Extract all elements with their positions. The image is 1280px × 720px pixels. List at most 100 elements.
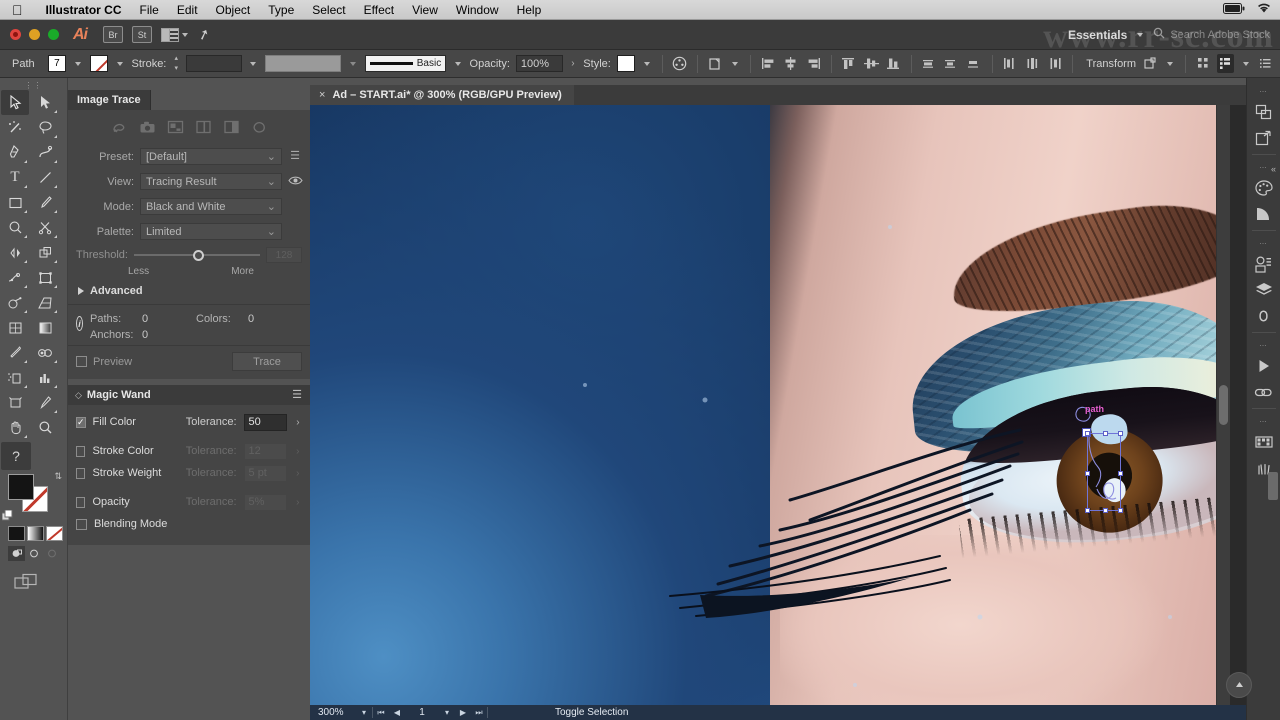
column-graph-tool[interactable]: [31, 365, 59, 390]
selection-handle-br[interactable]: [1118, 508, 1123, 513]
opacity-field[interactable]: 100%: [515, 55, 563, 72]
opacity-checkbox[interactable]: [76, 496, 86, 508]
selection-handle-bl[interactable]: [1085, 508, 1090, 513]
page-chevron-down-icon[interactable]: ▾: [439, 708, 455, 717]
stroke-weight-checkbox[interactable]: [76, 467, 86, 479]
menu-item-type[interactable]: Type: [259, 3, 303, 17]
rotate-tool[interactable]: [1, 240, 29, 265]
lasso-tool[interactable]: [31, 115, 59, 140]
last-page-icon[interactable]: ⏭: [471, 708, 487, 718]
status-text[interactable]: Toggle Selection: [555, 707, 628, 718]
zoom-tool[interactable]: [31, 415, 59, 440]
free-transform-tool[interactable]: [31, 265, 59, 290]
fill-color-swatch[interactable]: [8, 474, 34, 500]
width-tool[interactable]: [1, 265, 29, 290]
search-adobe-stock[interactable]: Search Adobe Stock: [1153, 27, 1270, 42]
canvas-rotate-button[interactable]: [1226, 672, 1252, 698]
black-white-icon[interactable]: [223, 119, 240, 134]
outline-icon[interactable]: [251, 119, 268, 134]
swap-fill-stroke-icon[interactable]: ⇅: [54, 471, 62, 482]
align-horizontal-center-icon[interactable]: [782, 54, 799, 73]
align-vertical-center-icon[interactable]: [863, 54, 880, 73]
distribute-horizontal-center-icon[interactable]: [1024, 54, 1041, 73]
preset-select[interactable]: [Default] ⌄: [140, 148, 282, 165]
distribute-vertical-bottom-icon[interactable]: [966, 54, 983, 73]
fill-color-checkbox[interactable]: ✓: [76, 416, 86, 428]
tab-magic-wand[interactable]: Magic Wand: [87, 389, 151, 401]
menu-item-object[interactable]: Object: [207, 3, 260, 17]
magic-wand-panel-menu-icon[interactable]: ☰: [292, 389, 302, 400]
fill-tolerance-chevron-icon[interactable]: ›: [294, 417, 302, 428]
zoom-level-field[interactable]: 300%: [310, 707, 356, 718]
fill-chevron-down-icon[interactable]: [72, 55, 83, 72]
wifi-icon[interactable]: [1256, 2, 1272, 17]
dock-group-handle-3[interactable]: ⋯: [1260, 342, 1268, 350]
stroke-profile-field[interactable]: [264, 55, 342, 72]
stock-button[interactable]: St: [132, 26, 152, 43]
color-guide-icon[interactable]: [1251, 201, 1277, 227]
close-icon[interactable]: ×: [319, 89, 325, 101]
eyedropper-tool[interactable]: [1, 340, 29, 365]
swatches-panel-icon[interactable]: [1251, 429, 1277, 455]
menu-item-file[interactable]: File: [131, 3, 168, 17]
stroke-color-checkbox[interactable]: [76, 445, 86, 457]
next-page-icon[interactable]: ▶: [455, 708, 471, 717]
first-page-icon[interactable]: ⏮: [373, 708, 389, 718]
arrange-chevron-down-icon[interactable]: [1240, 55, 1251, 72]
close-window-button[interactable]: [10, 29, 21, 40]
page-number-field[interactable]: 1: [405, 707, 439, 718]
fill-tolerance-input[interactable]: 50: [243, 413, 287, 431]
canvas-area[interactable]: path NC 人人素材 300% ▾: [310, 105, 1280, 720]
paintbrush-tool[interactable]: [31, 190, 59, 215]
distribute-vertical-top-icon[interactable]: [921, 54, 938, 73]
align-left-icon[interactable]: [760, 54, 777, 73]
menu-item-help[interactable]: Help: [508, 3, 551, 17]
selection-handle-tc[interactable]: [1102, 431, 1108, 436]
threshold-knob[interactable]: [193, 250, 205, 261]
transform-reference-icon[interactable]: [1142, 54, 1159, 73]
high-color-icon[interactable]: [139, 119, 156, 134]
threshold-slider[interactable]: [133, 248, 260, 262]
curvature-tool[interactable]: [31, 140, 59, 165]
panel-menu-icon[interactable]: ☰: [288, 151, 302, 162]
stroke-swatch[interactable]: [89, 55, 109, 72]
shaper-tool[interactable]: [1, 215, 29, 240]
bridge-button[interactable]: Br: [103, 26, 123, 43]
workspace-switcher[interactable]: Essentials: [1068, 28, 1127, 42]
search-input[interactable]: Search Adobe Stock: [1170, 29, 1270, 41]
collapse-panels-icon[interactable]: «: [1271, 164, 1276, 174]
zoom-chevron-down-icon[interactable]: ▾: [356, 708, 372, 717]
minimize-window-button[interactable]: [29, 29, 40, 40]
prev-page-icon[interactable]: ◀: [389, 708, 405, 717]
perspective-grid-tool[interactable]: [31, 290, 59, 315]
pen-tool[interactable]: [1, 140, 29, 165]
align-panel-icon[interactable]: [1251, 99, 1277, 125]
align-top-icon[interactable]: [840, 54, 857, 73]
selection-tool[interactable]: [1, 90, 29, 115]
maximize-window-button[interactable]: [48, 29, 59, 40]
help-tool[interactable]: ?: [1, 442, 31, 470]
more-options-icon[interactable]: [1257, 54, 1274, 73]
stroke-weight-field[interactable]: [186, 55, 242, 72]
fill-swatch[interactable]: 7: [47, 55, 67, 72]
graphic-style-swatch[interactable]: [616, 55, 636, 72]
rectangle-tool[interactable]: [1, 190, 29, 215]
shape-builder-tool[interactable]: [1, 290, 29, 315]
brush-chevron-down-icon[interactable]: [452, 55, 463, 72]
mode-select[interactable]: Black and White ⌄: [140, 198, 282, 215]
opacity-tolerance-chevron-icon[interactable]: ›: [294, 497, 302, 508]
draw-behind-icon[interactable]: [26, 546, 43, 561]
menu-item-window[interactable]: Window: [447, 3, 508, 17]
selection-handle-tr[interactable]: [1118, 431, 1123, 436]
window-controls[interactable]: [10, 29, 59, 40]
canvas-vertical-scrollbar[interactable]: [1216, 105, 1230, 705]
selection-handle-bc[interactable]: [1102, 508, 1108, 513]
visibility-icon[interactable]: [288, 175, 303, 189]
tab-image-trace[interactable]: Image Trace: [68, 90, 151, 110]
shape-chevron-down-icon[interactable]: [730, 55, 741, 72]
gradient-mode-icon[interactable]: [27, 526, 44, 541]
tools-drag-handle[interactable]: ⋮⋮: [0, 80, 67, 90]
grid-icon[interactable]: [1195, 54, 1212, 73]
stroke-weight-tolerance-chevron-icon[interactable]: ›: [294, 468, 302, 479]
opacity-tolerance-input[interactable]: 5%: [243, 493, 287, 511]
